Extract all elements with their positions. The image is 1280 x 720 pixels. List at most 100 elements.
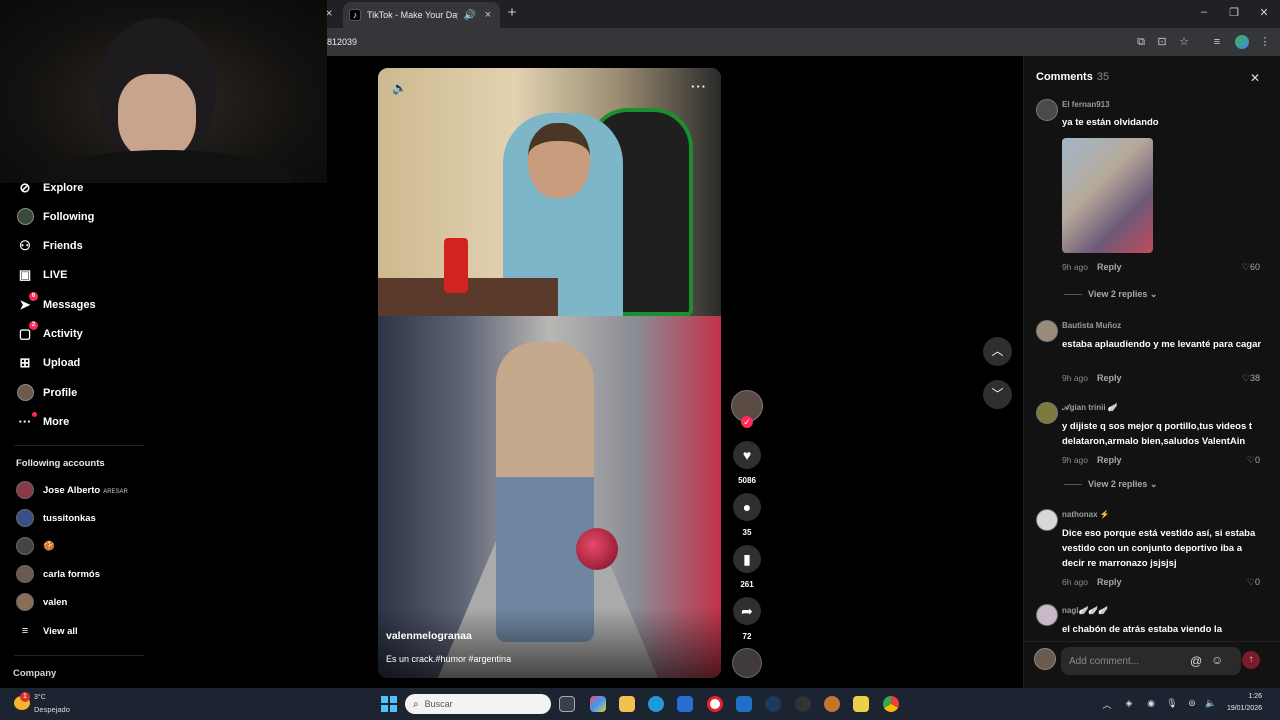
minimize-button[interactable]: – xyxy=(1196,6,1212,18)
sidebar-item-friends[interactable]: ⚇ Friends xyxy=(16,235,83,257)
store-icon[interactable] xyxy=(677,696,693,712)
bookmark-star-icon[interactable]: ☆ xyxy=(1177,35,1191,49)
browser-profile-avatar[interactable] xyxy=(1235,35,1249,49)
view-all-accounts[interactable]: ≡ View all xyxy=(16,621,78,641)
tab-close-icon[interactable]: × xyxy=(482,9,494,21)
music-disc-avatar[interactable] xyxy=(732,648,762,678)
reply-button[interactable]: Reply xyxy=(1097,577,1122,587)
sidebar-item-more[interactable]: ··· More xyxy=(16,411,69,433)
comment-username[interactable]: nathonax ⚡ xyxy=(1062,510,1110,519)
tab-audio-icon[interactable]: 🔊 xyxy=(464,10,476,21)
reply-button[interactable]: Reply xyxy=(1097,455,1122,465)
close-comments-button[interactable]: ✕ xyxy=(1247,70,1263,86)
comment-username[interactable]: nagl🪽🪽🪽 xyxy=(1062,606,1108,615)
upload-icon: ⊞ xyxy=(19,355,31,370)
sidebar-item-activity[interactable]: ▢ 2 Activity xyxy=(16,321,83,345)
send-icon: ➤ 6 xyxy=(16,292,38,314)
share-button[interactable]: ➦ xyxy=(733,597,761,625)
url-text[interactable]: 812039 xyxy=(327,37,357,47)
following-account[interactable]: valen xyxy=(16,592,67,612)
clock-time[interactable]: 1:26 xyxy=(1222,693,1262,700)
file-explorer-icon[interactable] xyxy=(619,696,635,712)
chrome-icon[interactable] xyxy=(883,696,899,712)
sidebar-item-upload[interactable]: ⊞ Upload xyxy=(16,352,81,374)
steam-icon[interactable] xyxy=(765,696,781,712)
account-name: 🍪 xyxy=(43,540,55,552)
video-author[interactable]: valenmelogranaa xyxy=(386,630,472,642)
weather-description[interactable]: Despejado xyxy=(34,705,70,714)
tray-app-icon[interactable]: ◈ xyxy=(1123,698,1135,709)
search-placeholder: Buscar xyxy=(424,699,453,709)
sidebar-item-messages[interactable]: ➤ 6 Messages xyxy=(16,292,96,316)
cast-icon[interactable]: ⧉ xyxy=(1134,35,1148,49)
comment-image[interactable] xyxy=(1062,138,1153,253)
network-icon[interactable]: ⊜ xyxy=(1186,698,1198,709)
next-video-button[interactable]: ﹀ xyxy=(983,380,1012,409)
opera-icon[interactable] xyxy=(707,696,723,712)
sidebar-item-profile[interactable]: Profile xyxy=(16,382,77,404)
microphone-icon[interactable]: 🎙 xyxy=(1166,698,1178,709)
copilot-icon[interactable] xyxy=(590,696,606,712)
save-button[interactable]: ▮ xyxy=(733,545,761,573)
avatar[interactable] xyxy=(1036,320,1058,342)
view-replies-button[interactable]: View 2 replies ⌄ xyxy=(1064,479,1157,490)
comment-like[interactable]: ♡38 xyxy=(1242,373,1260,384)
new-tab-button[interactable]: + xyxy=(505,5,519,21)
video-player[interactable]: 🔈 ··· valenmelogranaa Es un crack.#humor… xyxy=(378,68,721,678)
comment-username[interactable]: 𝒜gian trinii 🪽 xyxy=(1062,403,1118,413)
media-control-icon[interactable]: ≡ xyxy=(1210,35,1224,49)
tray-overflow-icon[interactable]: ︿ xyxy=(1101,698,1113,711)
follow-check-icon[interactable]: ✓ xyxy=(741,416,753,428)
view-replies-button[interactable]: View 2 replies ⌄ xyxy=(1064,289,1157,300)
like-button[interactable]: ♥ xyxy=(733,441,761,469)
comment-button[interactable]: ● xyxy=(733,493,761,521)
outlook-icon[interactable] xyxy=(736,696,752,712)
sidebar-item-explore[interactable]: ⊘ Explore xyxy=(16,177,84,199)
following-account[interactable]: Jose Alberto ARESAR xyxy=(16,480,128,500)
comment-username[interactable]: El fernan913 xyxy=(1062,100,1110,109)
task-view-icon[interactable] xyxy=(559,696,575,712)
avatar[interactable] xyxy=(1036,402,1058,424)
translate-icon[interactable]: ⊡ xyxy=(1155,35,1169,49)
sidebar-item-following[interactable]: Following xyxy=(16,206,94,228)
mention-icon[interactable]: @ xyxy=(1190,654,1202,668)
sidebar-item-label: Profile xyxy=(43,387,78,399)
following-account[interactable]: tussitonkas xyxy=(16,508,96,528)
compass-icon: ⊘ xyxy=(19,180,31,195)
start-button[interactable] xyxy=(381,696,397,712)
reply-button[interactable]: Reply xyxy=(1097,262,1122,272)
comments-title: Comments 35 xyxy=(1036,71,1110,83)
post-comment-button[interactable]: ↑ xyxy=(1242,651,1260,669)
comment-username[interactable]: Bautista Muñoz xyxy=(1062,321,1121,330)
avatar[interactable] xyxy=(1036,604,1058,626)
browser-menu-icon[interactable]: ⋮ xyxy=(1258,35,1272,49)
close-window-button[interactable]: ✕ xyxy=(1256,6,1272,19)
volume-tray-icon[interactable]: 🔈 xyxy=(1205,698,1217,709)
sidebar-item-live[interactable]: ▣ LIVE xyxy=(16,264,68,286)
emoji-icon[interactable]: ☺ xyxy=(1211,653,1223,667)
company-link[interactable]: Company xyxy=(13,668,56,679)
tab-tiktok[interactable]: ♪ TikTok - Make Your Day 🔊 × xyxy=(343,2,500,28)
comment-like[interactable]: ♡0 xyxy=(1247,455,1260,466)
comment-input-bar: @ ☺ ↑ xyxy=(1024,641,1280,688)
taskbar-search[interactable]: ⌕ Buscar xyxy=(405,694,551,714)
volume-icon[interactable]: 🔈 xyxy=(392,81,407,95)
following-account[interactable]: 🍪 xyxy=(16,536,55,556)
clock-date[interactable]: 19/01/2026 xyxy=(1222,705,1262,712)
tray-app-icon[interactable]: ◉ xyxy=(1145,698,1157,709)
edge-icon[interactable] xyxy=(648,696,664,712)
comment-like[interactable]: ♡0 xyxy=(1247,577,1260,588)
video-more-icon[interactable]: ··· xyxy=(691,79,707,94)
previous-video-button[interactable]: ︿ xyxy=(983,337,1012,366)
weather-temperature[interactable]: 3°C xyxy=(34,694,46,701)
obs-icon[interactable] xyxy=(853,696,869,712)
comment-text: estaba aplaudiendo y me levanté para cag… xyxy=(1062,339,1262,350)
following-account[interactable]: carla formós xyxy=(16,564,100,584)
avatar[interactable] xyxy=(1036,99,1058,121)
reply-button[interactable]: Reply xyxy=(1097,373,1122,383)
app-icon[interactable] xyxy=(795,696,811,712)
avatar[interactable] xyxy=(1036,509,1058,531)
game-app-icon[interactable] xyxy=(824,696,840,712)
comment-like[interactable]: ♡60 xyxy=(1242,262,1260,273)
restore-button[interactable]: ❐ xyxy=(1226,6,1242,19)
